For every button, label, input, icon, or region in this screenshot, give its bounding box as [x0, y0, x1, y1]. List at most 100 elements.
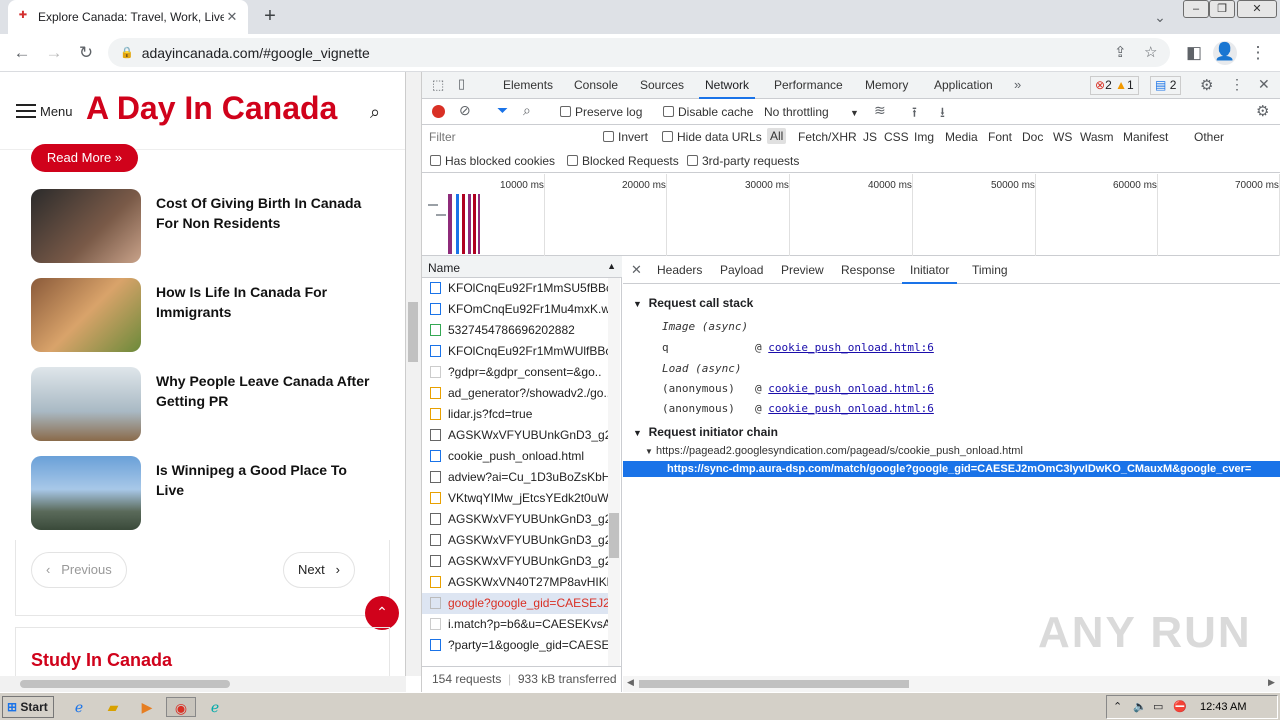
previous-button[interactable]: ‹ Previous — [31, 552, 127, 588]
source-link[interactable]: cookie_push_onload.html:6 — [768, 382, 934, 395]
tab-console[interactable]: Console — [568, 72, 624, 99]
type-filter-doc[interactable]: Doc — [1022, 130, 1043, 144]
checkbox-box[interactable] — [687, 155, 698, 166]
invert-checkbox[interactable]: Invert — [603, 130, 648, 144]
type-filter-all[interactable]: All — [767, 128, 787, 144]
checkbox-box[interactable] — [430, 155, 441, 166]
menu-label[interactable]: Menu — [40, 104, 73, 119]
minimize-button[interactable]: ‒ — [1183, 0, 1209, 18]
request-row[interactable]: KFOlCnqEu92Fr1MmWUlfBBc.. — [422, 341, 608, 362]
export-har-icon[interactable]: ⭳ — [940, 102, 945, 126]
type-filter-wasm[interactable]: Wasm — [1080, 130, 1114, 144]
type-filter-other[interactable]: Other — [1194, 130, 1224, 144]
request-row[interactable]: KFOlCnqEu92Fr1MmSU5fBBc.. — [422, 278, 608, 299]
initiator-chain-section[interactable]: ▼ Request initiator chain — [633, 425, 778, 439]
address-bar[interactable]: 🔒 adayincanada.com/#google_vignette ⇪ ☆ — [108, 38, 1170, 67]
new-tab-button[interactable]: + — [258, 5, 282, 29]
blocked-requests-checkbox[interactable]: Blocked Requests — [567, 154, 679, 168]
network-timeline-overview[interactable]: 10000 ms 20000 ms 30000 ms 40000 ms 5000… — [422, 174, 1280, 256]
post-item[interactable]: Cost Of Giving Birth In Canada For Non R… — [31, 189, 381, 265]
site-vertical-scrollbar[interactable] — [406, 72, 421, 676]
network-icon[interactable]: ▭ — [1153, 700, 1163, 713]
third-party-requests-checkbox[interactable]: 3rd-party requests — [687, 154, 799, 168]
tab-elements[interactable]: Elements — [497, 72, 559, 99]
start-button[interactable]: ⊞ Start — [2, 696, 54, 718]
media-player-icon[interactable]: ▶ — [136, 697, 158, 717]
tray-arrow-icon[interactable]: ⌃ — [1113, 700, 1122, 713]
issues-counter[interactable]: ⊗2 ▲1 — [1090, 76, 1139, 95]
security-icon[interactable]: ⛔ — [1173, 700, 1187, 713]
request-list-scrollbar[interactable] — [608, 278, 620, 666]
request-row[interactable]: 5327454786696202882 — [422, 320, 608, 341]
devtools-menu-icon[interactable]: ⋮ — [1230, 76, 1244, 93]
request-row[interactable]: i.match?p=b6&u=CAESEKvsA.. — [422, 614, 608, 635]
request-row[interactable]: ?gdpr=&gdpr_consent=&go.. — [422, 362, 608, 383]
request-row[interactable]: AGSKWxVFYUBUnkGnD3_g2.. — [422, 530, 608, 551]
hide-data-urls-checkbox[interactable]: Hide data URLs — [662, 130, 762, 144]
hamburger-menu-icon[interactable] — [16, 104, 36, 118]
site-logo[interactable]: A Day In Canada — [86, 90, 337, 127]
request-row[interactable]: AGSKWxVFYUBUnkGnD3_g2.. — [422, 509, 608, 530]
network-conditions-icon[interactable]: ≋ — [874, 102, 886, 119]
more-tabs-icon[interactable]: » — [1014, 77, 1021, 92]
post-thumbnail[interactable] — [31, 456, 141, 530]
side-panel-icon[interactable]: ◧ — [1182, 42, 1206, 64]
close-details-icon[interactable]: ✕ — [631, 262, 642, 278]
tab-response[interactable]: Response — [833, 256, 903, 284]
scroll-thumb[interactable] — [408, 302, 418, 362]
volume-icon[interactable]: 🔈 — [1133, 700, 1147, 713]
initiator-child-row[interactable]: https://sync-dmp.aura-dsp.com/match/goog… — [623, 461, 1280, 477]
details-horizontal-scrollbar[interactable]: ◀ ▶ — [623, 676, 1280, 692]
network-settings-gear-icon[interactable]: ⚙ — [1256, 102, 1269, 120]
filter-funnel-icon[interactable]: ⏷ — [497, 102, 508, 119]
type-filter-js[interactable]: JS — [863, 130, 877, 144]
post-thumbnail[interactable] — [31, 278, 141, 352]
record-icon[interactable] — [432, 105, 445, 118]
scroll-thumb[interactable] — [609, 513, 619, 558]
tab-application[interactable]: Application — [928, 72, 999, 99]
profile-avatar[interactable]: 👤 — [1213, 41, 1237, 65]
checkbox-box[interactable] — [662, 131, 673, 142]
close-tab-icon[interactable]: ✕ — [224, 9, 240, 25]
scroll-right-arrow-icon[interactable]: ▶ — [1268, 677, 1275, 688]
name-column-header[interactable]: Name ▲ — [422, 256, 622, 278]
tab-preview[interactable]: Preview — [773, 256, 832, 284]
search-icon[interactable]: ⌕ — [370, 102, 380, 123]
post-title[interactable]: How Is Life In Canada For Immigrants — [156, 282, 376, 322]
tab-network[interactable]: Network — [699, 72, 756, 99]
checkbox-box[interactable] — [663, 106, 674, 117]
browser-tab[interactable]: ✚ Explore Canada: Travel, Work, Live, ✕ — [8, 0, 248, 34]
type-filter-media[interactable]: Media — [945, 130, 978, 144]
checkbox-box[interactable] — [567, 155, 578, 166]
request-row[interactable]: ad_generator?/showadv2./go.. — [422, 383, 608, 404]
request-row[interactable]: AGSKWxVFYUBUnkGnD3_g2.. — [422, 551, 608, 572]
request-row[interactable]: VKtwqYIMw_jEtcsYEdk2t0uWx.. — [422, 488, 608, 509]
request-row[interactable]: adview?ai=Cu_1D3uBoZsKbH.. — [422, 467, 608, 488]
forward-icon[interactable]: → — [42, 42, 66, 64]
maximize-button[interactable]: ❐ — [1209, 0, 1235, 18]
call-stack-section[interactable]: ▼ Request call stack — [633, 296, 753, 310]
type-filter-manifest[interactable]: Manifest — [1123, 130, 1168, 144]
post-thumbnail[interactable] — [31, 367, 141, 441]
disable-cache-checkbox[interactable]: Disable cache — [663, 105, 753, 119]
edge-icon[interactable]: ℯ — [204, 697, 226, 717]
device-toolbar-icon[interactable]: ▯ — [458, 76, 465, 92]
checkbox-box[interactable] — [560, 106, 571, 117]
import-har-icon[interactable]: ⭱ — [912, 102, 917, 126]
scroll-thumb[interactable] — [20, 680, 230, 688]
tab-search-icon[interactable]: ⌄ — [1148, 6, 1172, 28]
throttling-select[interactable]: No throttling ▼ — [764, 105, 859, 119]
source-link[interactable]: cookie_push_onload.html:6 — [768, 341, 934, 354]
tab-sources[interactable]: Sources — [634, 72, 690, 99]
scroll-thumb[interactable] — [639, 680, 909, 688]
read-more-button[interactable]: Read More » — [31, 144, 138, 172]
source-link[interactable]: cookie_push_onload.html:6 — [768, 402, 934, 415]
tab-headers[interactable]: Headers — [649, 256, 710, 284]
request-row[interactable]: AGSKWxVN40T27MP8avHIKk.. — [422, 572, 608, 593]
type-filter-ws[interactable]: WS — [1053, 130, 1072, 144]
internet-explorer-icon[interactable]: ℯ — [68, 697, 90, 717]
request-row[interactable]: cookie_push_onload.html — [422, 446, 608, 467]
post-item[interactable]: How Is Life In Canada For Immigrants — [31, 278, 381, 354]
scroll-left-arrow-icon[interactable]: ◀ — [627, 677, 634, 688]
site-horizontal-scrollbar[interactable] — [0, 676, 406, 692]
